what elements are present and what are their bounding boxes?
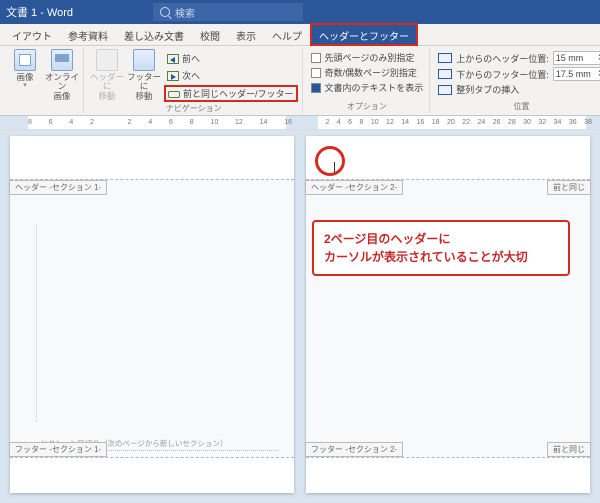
show-text-label: 文書内のテキストを表示 [325, 81, 424, 94]
group-label-navigation: ナビゲーション [90, 102, 298, 115]
checkbox-icon [311, 53, 321, 63]
nav-prev-next: 前へ 次へ 前と同じヘッダー/フッター [164, 49, 298, 102]
group-navigation: ヘッダーに 移動 フッターに 移動 前へ 次へ 前と同じヘッダー/フッター ナビ… [86, 48, 303, 113]
margin-guide [36, 224, 37, 421]
footer-tag-1: フッター -セクション 1- [9, 442, 107, 457]
show-document-text-checkbox[interactable]: 文書内のテキストを表示 [309, 81, 426, 94]
annotation-line2: カーソルが表示されていることが大切 [324, 248, 558, 266]
group-label-position: 位置 [436, 100, 600, 113]
footer-bottom-value: 17.5 mm [556, 69, 591, 79]
previous-label: 前へ [182, 52, 200, 65]
link-icon [168, 89, 180, 99]
header-zone-2[interactable] [306, 136, 590, 180]
header-from-top: 上からのヘッダー位置: 15 mm▴▾ [436, 51, 600, 65]
tab-view[interactable]: 表示 [228, 24, 264, 45]
insert-online-pictures-button[interactable]: オンライン 画像 [45, 49, 79, 101]
ruler-margin-left [0, 116, 28, 129]
same-as-previous-footer: 前と同じ [547, 442, 591, 457]
horizontal-ruler[interactable]: 8642246810121416 24681012141618202224262… [0, 116, 600, 130]
link-to-previous-button[interactable]: 前と同じヘッダー/フッター [164, 85, 298, 102]
previous-icon [167, 54, 179, 64]
footer-zone-1[interactable] [10, 457, 294, 493]
page-2[interactable]: ヘッダー -セクション 2- 前と同じ フッター -セクション 2- 前と同じ [306, 136, 590, 493]
chevron-down-icon: ▾ [8, 82, 42, 90]
first-page-label: 先頭ページのみ別指定 [325, 51, 415, 64]
header-top-icon [438, 53, 452, 63]
online-pictures-label: オンライン 画像 [45, 73, 79, 101]
goto-header-button: ヘッダーに 移動 [90, 49, 124, 101]
ribbon-tabs: イアウト 参考資料 差し込み文書 校閲 表示 ヘルプ ヘッダーとフッター [0, 24, 600, 46]
header-zone-1[interactable] [10, 136, 294, 180]
tab-review[interactable]: 校閲 [192, 24, 228, 45]
group-label-options: オプション [309, 100, 426, 113]
header-top-spinner[interactable]: 15 mm▴▾ [553, 51, 600, 65]
search-icon [160, 7, 170, 17]
footer-bottom-icon [438, 69, 452, 79]
odd-even-label: 奇数/偶数ページ別指定 [325, 66, 417, 79]
odd-even-pages-checkbox[interactable]: 奇数/偶数ページ別指定 [309, 66, 426, 79]
header-tag-2: ヘッダー -セクション 2- [305, 180, 403, 195]
align-tab-label: 整列タブの挿入 [456, 83, 519, 96]
goto-header-icon [96, 49, 118, 71]
document-title: 文書 1 - Word [6, 4, 73, 20]
goto-header-label: ヘッダーに 移動 [90, 73, 124, 101]
header-top-value: 15 mm [556, 53, 584, 63]
online-pictures-icon [51, 49, 73, 71]
previous-section-button[interactable]: 前へ [164, 51, 298, 66]
body-greyed-1: セクション区切り（次のページから新しいセクション） [10, 180, 294, 457]
page-1[interactable]: セクション区切り（次のページから新しいセクション） ヘッダー -セクション 1-… [10, 136, 294, 493]
goto-footer-label: フッターに 移動 [127, 73, 161, 101]
header-top-label: 上からのヘッダー位置: [456, 52, 549, 65]
ruler-margin-left [300, 116, 318, 129]
checkbox-icon [311, 68, 321, 78]
group-options: 先頭ページのみ別指定 奇数/偶数ページ別指定 文書内のテキストを表示 オプション [305, 48, 431, 113]
pictures-icon [14, 49, 36, 71]
footer-bottom-label: 下からのフッター位置: [456, 68, 549, 81]
footer-zone-2[interactable] [306, 457, 590, 493]
tab-references[interactable]: 参考資料 [60, 24, 116, 45]
search-box[interactable]: 検索 [153, 3, 303, 21]
group-insert: 画像 ▾ オンライン 画像 [4, 48, 84, 113]
next-icon [167, 71, 179, 81]
goto-footer-icon [133, 49, 155, 71]
pictures-label: 画像 [8, 73, 42, 82]
group-position: 上からのヘッダー位置: 15 mm▴▾ 下からのフッター位置: 17.5 mm▴… [432, 48, 600, 113]
footer-bottom-spinner[interactable]: 17.5 mm▴▾ [553, 67, 600, 81]
search-placeholder: 検索 [175, 5, 195, 20]
tab-layout[interactable]: イアウト [4, 24, 60, 45]
footer-from-bottom: 下からのフッター位置: 17.5 mm▴▾ [436, 67, 600, 81]
title-bar: 文書 1 - Word 検索 [0, 0, 600, 24]
tab-header-footer[interactable]: ヘッダーとフッター [310, 23, 418, 46]
ribbon: 画像 ▾ オンライン 画像 ヘッダーに 移動 フッターに 移動 前へ 次へ [0, 46, 600, 116]
annotation-circle [315, 146, 345, 176]
insert-pictures-button[interactable]: 画像 ▾ [8, 49, 42, 90]
insert-alignment-tab-button[interactable]: 整列タブの挿入 [436, 83, 600, 96]
different-first-page-checkbox[interactable]: 先頭ページのみ別指定 [309, 51, 426, 64]
footer-tag-2: フッター -セクション 2- [305, 442, 403, 457]
annotation-line1: 2ページ目のヘッダーに [324, 230, 558, 248]
group-label-insert [8, 102, 79, 113]
header-tag-1: ヘッダー -セクション 1- [9, 180, 107, 195]
goto-footer-button[interactable]: フッターに 移動 [127, 49, 161, 101]
same-as-previous-header: 前と同じ [547, 180, 591, 195]
link-previous-label: 前と同じヘッダー/フッター [183, 87, 294, 100]
checkbox-icon [311, 83, 321, 93]
next-label: 次へ [182, 69, 200, 82]
next-section-button[interactable]: 次へ [164, 68, 298, 83]
tab-help[interactable]: ヘルプ [264, 24, 310, 45]
ruler-page1: 8642246810121416 [0, 116, 300, 129]
align-tab-icon [438, 85, 452, 95]
ruler-page2: 2468101214161820222426283032343638 [300, 116, 600, 129]
tab-mailings[interactable]: 差し込み文書 [116, 24, 192, 45]
document-area: セクション区切り（次のページから新しいセクション） ヘッダー -セクション 1-… [0, 130, 600, 503]
annotation-callout: 2ページ目のヘッダーに カーソルが表示されていることが大切 [312, 220, 570, 276]
